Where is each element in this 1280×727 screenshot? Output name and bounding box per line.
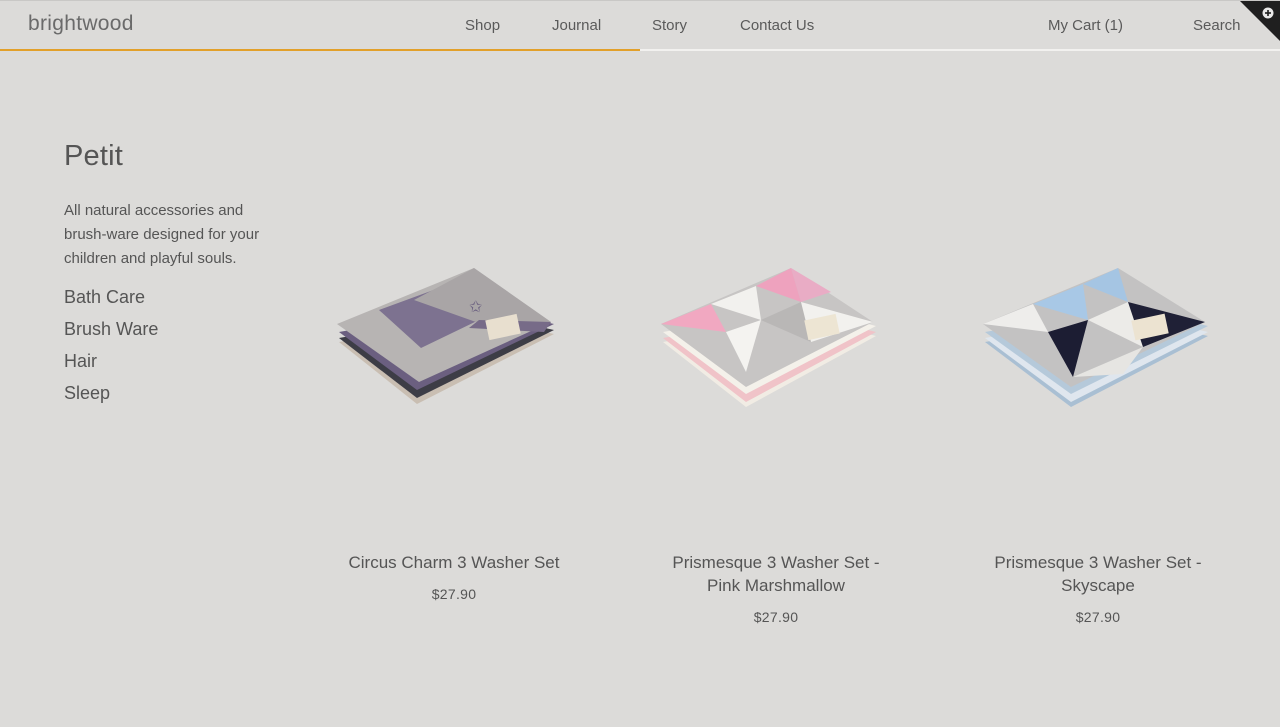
subcategory-item: Hair bbox=[64, 351, 284, 383]
subcategory-link-hair[interactable]: Hair bbox=[64, 351, 97, 371]
product-card[interactable]: Prismesque 3 Washer Set - Pink Marshmall… bbox=[615, 200, 937, 625]
svg-text:✩: ✩ bbox=[469, 299, 483, 316]
category-description: All natural accessories and brush-ware d… bbox=[64, 202, 260, 267]
site-header: brightwood Shop Journal Story Contact Us… bbox=[0, 0, 1280, 51]
scroll-progress-bar bbox=[0, 49, 1280, 51]
subcategory-item: Bath Care bbox=[64, 287, 284, 319]
plus-icon[interactable] bbox=[1240, 1, 1280, 41]
washcloth-grey-purple-image: ✩ bbox=[337, 268, 554, 404]
nav-link-shop[interactable]: Shop bbox=[465, 17, 500, 34]
category-sidebar: Petit All natural accessories and brush-… bbox=[64, 140, 284, 415]
product-name[interactable]: Prismesque 3 Washer Set - Skyscape bbox=[937, 551, 1259, 597]
product-image[interactable] bbox=[615, 200, 937, 490]
search-link[interactable]: Search bbox=[1193, 17, 1241, 34]
product-image[interactable] bbox=[937, 200, 1259, 490]
product-price: $27.90 bbox=[753, 609, 799, 625]
subcategory-list: Bath Care Brush Ware Hair Sleep bbox=[64, 287, 284, 415]
nav-link-contact[interactable]: Contact Us bbox=[740, 17, 814, 34]
nav-link-story[interactable]: Story bbox=[652, 17, 687, 34]
product-card[interactable]: ✩ Circus Charm 3 Washer Set $27.90 bbox=[293, 200, 615, 602]
subcategory-link-bath-care[interactable]: Bath Care bbox=[64, 287, 145, 307]
cart-link[interactable]: My Cart (1) bbox=[1048, 17, 1123, 34]
product-price: $27.90 bbox=[1075, 609, 1121, 625]
nav-link-journal[interactable]: Journal bbox=[552, 17, 601, 34]
product-name[interactable]: Circus Charm 3 Washer Set bbox=[293, 551, 615, 574]
subcategory-link-sleep[interactable]: Sleep bbox=[64, 383, 110, 403]
product-price: $27.90 bbox=[431, 586, 477, 602]
subcategory-link-brush-ware[interactable]: Brush Ware bbox=[64, 319, 158, 339]
scroll-progress-fill bbox=[0, 49, 640, 51]
washcloth-pink-triangles-image bbox=[661, 268, 876, 407]
page-title: Petit bbox=[64, 140, 124, 172]
product-image[interactable]: ✩ bbox=[293, 200, 615, 490]
product-card[interactable]: Prismesque 3 Washer Set - Skyscape $27.9… bbox=[937, 200, 1259, 625]
subcategory-item: Sleep bbox=[64, 383, 284, 415]
washcloth-blue-triangles-image bbox=[983, 268, 1208, 407]
main-nav: Shop Journal Story Contact Us My Cart (1… bbox=[0, 17, 1280, 37]
product-grid: ✩ Circus Charm 3 Washer Set $27.90 Prism… bbox=[293, 200, 1258, 650]
product-name[interactable]: Prismesque 3 Washer Set - Pink Marshmall… bbox=[615, 551, 937, 597]
subcategory-item: Brush Ware bbox=[64, 319, 284, 351]
